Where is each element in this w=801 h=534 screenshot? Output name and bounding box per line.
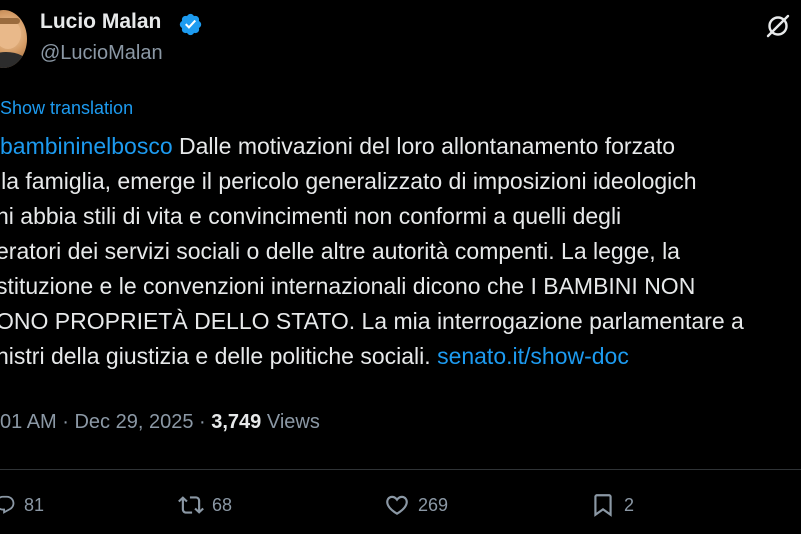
heart-icon bbox=[386, 495, 408, 515]
reply-button[interactable]: 81 bbox=[0, 490, 44, 520]
bookmark-icon bbox=[594, 494, 612, 517]
reply-icon bbox=[0, 495, 15, 514]
like-count: 269 bbox=[418, 494, 449, 515]
show-translation-link[interactable]: Show translation bbox=[0, 98, 133, 119]
tweet-text: bambininelbosco Dalle motivazioni del lo… bbox=[0, 128, 801, 388]
tweet-time[interactable]: 01 AM bbox=[0, 411, 57, 433]
divider bbox=[0, 469, 801, 470]
tweet-line-4: eratori dei servizi sociali o delle altr… bbox=[0, 238, 680, 264]
repost-count: 68 bbox=[212, 494, 233, 515]
hashtag-link[interactable]: bambininelbosco bbox=[0, 133, 173, 159]
author-display-name[interactable]: Lucio Malan bbox=[40, 10, 161, 34]
repost-icon bbox=[178, 496, 204, 514]
tweet-line-1: bambininelbosco Dalle motivazioni del lo… bbox=[0, 133, 676, 159]
like-button[interactable]: 269 bbox=[384, 490, 448, 520]
author-handle[interactable]: @LucioMalan bbox=[40, 42, 163, 65]
grok-icon[interactable] bbox=[764, 12, 792, 40]
repost-button[interactable]: 68 bbox=[178, 490, 232, 520]
tweet-line-3: hi abbia stili di vita e convincimenti n… bbox=[0, 203, 622, 229]
bookmark-button[interactable]: 2 bbox=[590, 490, 634, 520]
avatar[interactable] bbox=[0, 10, 27, 68]
views-count: 3,749 bbox=[211, 411, 262, 433]
senato-link[interactable]: senato.it/show-doc bbox=[437, 343, 629, 369]
views-label: Views bbox=[261, 411, 320, 433]
tweet-line-5: stituzione e le convenzioni internaziona… bbox=[0, 273, 696, 299]
tweet-meta: 01 AM · Dec 29, 2025 · 3,749 Views bbox=[0, 411, 320, 433]
tweet-line-2: lla famiglia, emerge il pericolo general… bbox=[0, 168, 697, 194]
tweet-line-6: ONO PROPRIETÀ DELLO STATO. La mia interr… bbox=[0, 308, 744, 334]
reply-count: 81 bbox=[24, 494, 45, 515]
bookmark-count: 2 bbox=[624, 494, 635, 515]
verified-badge-icon bbox=[179, 13, 202, 36]
tweet-line-7: nistri della giustizia e delle politiche… bbox=[0, 343, 629, 369]
tweet-date[interactable]: Dec 29, 2025 bbox=[74, 411, 193, 433]
